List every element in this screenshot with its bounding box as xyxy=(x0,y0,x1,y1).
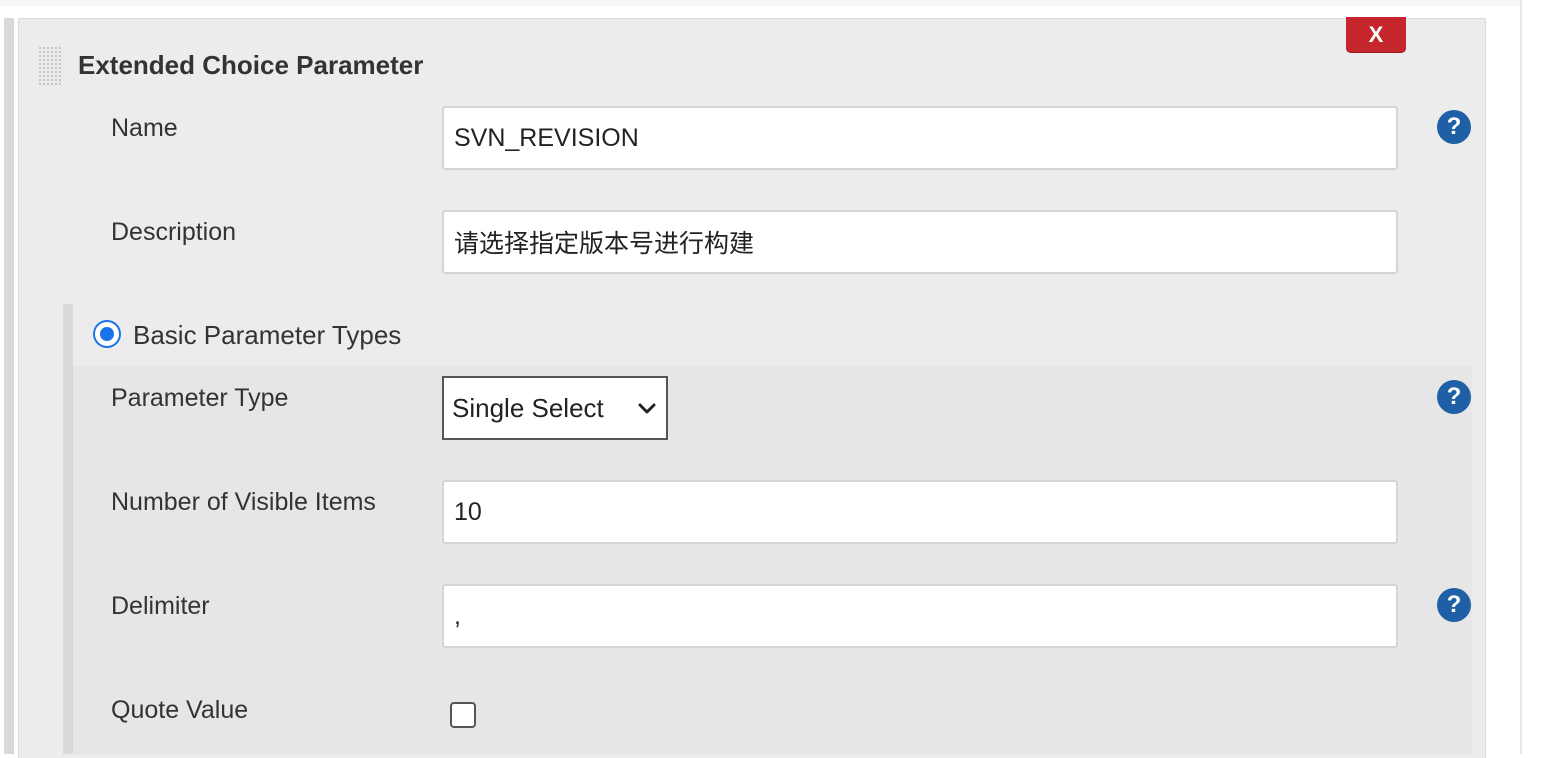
parameter-type-value: Single Select xyxy=(452,392,604,423)
radio-selected-dot xyxy=(100,327,114,341)
name-label: Name xyxy=(111,114,178,142)
drag-handle-icon[interactable] xyxy=(38,46,62,86)
name-input[interactable] xyxy=(442,106,1398,170)
right-border xyxy=(1520,0,1522,754)
basic-parameter-types-radio[interactable] xyxy=(93,320,121,348)
section-indent-bar xyxy=(63,304,73,754)
top-strip xyxy=(0,0,1520,6)
delimiter-label: Delimiter xyxy=(111,592,210,620)
visible-items-label: Number of Visible Items xyxy=(111,488,376,516)
help-icon[interactable]: ? xyxy=(1437,110,1471,144)
parameter-type-label: Parameter Type xyxy=(111,384,289,412)
chevron-down-icon xyxy=(638,403,656,414)
section-body xyxy=(73,366,1472,754)
parameter-type-select[interactable]: Single Select xyxy=(442,376,668,440)
quote-value-checkbox[interactable] xyxy=(450,702,476,728)
description-input[interactable] xyxy=(442,210,1398,274)
delimiter-input[interactable] xyxy=(442,584,1398,648)
basic-parameter-types-label: Basic Parameter Types xyxy=(133,320,402,350)
outer-left-bar xyxy=(4,18,14,754)
delete-button[interactable]: X xyxy=(1346,17,1406,53)
panel-title: Extended Choice Parameter xyxy=(78,50,424,80)
help-icon[interactable]: ? xyxy=(1437,380,1471,414)
description-label: Description xyxy=(111,218,237,246)
visible-items-input[interactable] xyxy=(442,480,1398,544)
help-icon[interactable]: ? xyxy=(1437,588,1471,622)
quote-value-label: Quote Value xyxy=(111,696,249,724)
